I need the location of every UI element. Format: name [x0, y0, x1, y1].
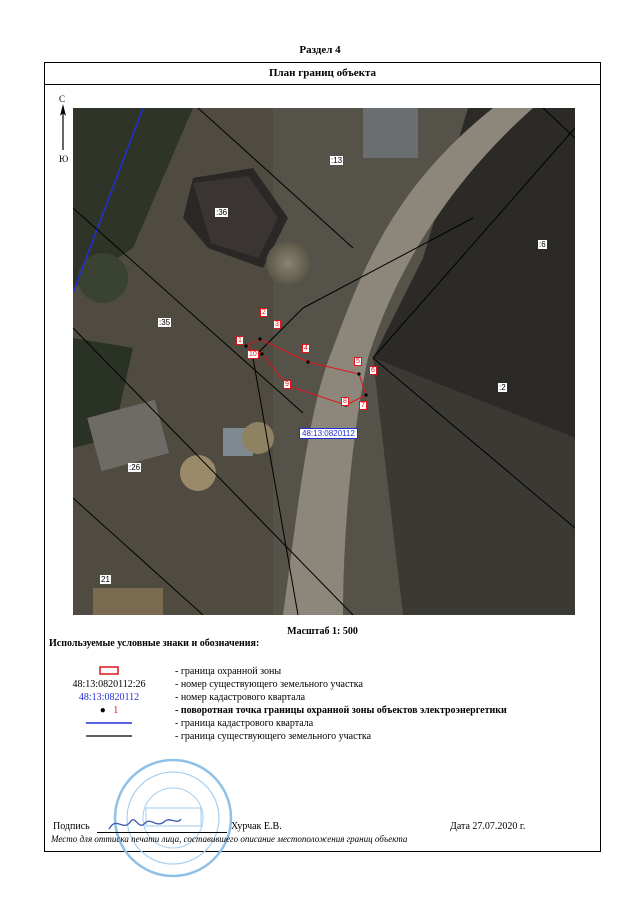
parcel-label: :35 — [158, 318, 172, 327]
north-arrow: С Ю — [53, 94, 75, 174]
point-label: 9 — [283, 380, 291, 389]
parcel-label: :2 — [498, 383, 507, 392]
legend-item-quarter-number: 48:13:0820112 - номер кадастрового кварт… — [45, 692, 600, 704]
point-label: 3 — [273, 320, 281, 329]
legend-item-parcel-boundary: - граница существующего земельного участ… — [45, 731, 600, 743]
legend-text: - граница охранной зоны — [175, 666, 282, 677]
south-label: Ю — [59, 154, 69, 164]
point-label: 4 — [302, 344, 310, 353]
signature-label: Подпись — [53, 821, 90, 832]
scale-label: Масштаб 1: 500 — [287, 626, 358, 637]
plan-title: План границ объекта — [45, 63, 600, 85]
legend-title: Используемые условные знаки и обозначени… — [49, 638, 260, 649]
legend-symbol: 48:13:0820112 — [78, 692, 140, 703]
quarter-label: 48:13:0820112 — [299, 428, 358, 439]
legend-item-turning-point: ● 1 - поворотная точка границы охранной … — [45, 705, 600, 717]
legend-item-parcel-number: 48:13:0820112:26 - номер существующего з… — [45, 679, 600, 691]
stamp-note: Место для оттиска печати лица, составивш… — [51, 834, 408, 844]
black-line-icon — [45, 731, 173, 744]
legend-symbol: 1 — [113, 705, 119, 716]
satellite-map: :13 :36 :6 :35 :2 :26 21 1 2 3 4 5 6 7 8… — [73, 108, 575, 615]
point-label: 2 — [260, 308, 268, 317]
point-label: 6 — [369, 366, 377, 375]
point-label: 1 — [236, 336, 244, 345]
parcel-label: 21 — [100, 575, 111, 584]
point-label: 7 — [359, 401, 367, 410]
legend-symbol: 48:13:0820112:26 — [72, 679, 146, 690]
map-svg — [73, 108, 575, 615]
zone-symbol-icon — [45, 666, 173, 679]
parcel-label: :26 — [128, 463, 142, 472]
section-title: Раздел 4 — [299, 44, 341, 56]
signer-name: Хурчак Е.В. — [231, 821, 282, 832]
legend-item-zone: - граница охранной зоны — [45, 666, 600, 678]
parcel-label: :6 — [538, 240, 547, 249]
dot-icon: ● — [99, 705, 114, 716]
legend-text: - номер кадастрового квартала — [175, 692, 306, 703]
point-symbol: ● 1 — [45, 705, 173, 716]
plan-frame: План границ объекта С Ю:13:36:6:35:… — [44, 62, 601, 878]
legend-text: - поворотная точка границы охранной зоны… — [175, 705, 507, 716]
signature-date: Дата 27.07.2020 г. — [450, 821, 526, 832]
point-label: 8 — [341, 397, 349, 406]
point-label: 5 — [354, 357, 362, 366]
point-label: 10 — [247, 350, 259, 359]
legend-text: - граница кадастрового квартала — [175, 718, 314, 729]
blue-line-icon — [45, 718, 173, 731]
legend-text: - граница существующего земельного участ… — [175, 731, 372, 742]
parcel-label: :36 — [215, 208, 229, 217]
parcel-label: :13 — [330, 156, 344, 165]
legend-text: - номер существующего земельного участка — [175, 679, 363, 690]
legend-item-quarter-boundary: - граница кадастрового квартала — [45, 718, 600, 730]
